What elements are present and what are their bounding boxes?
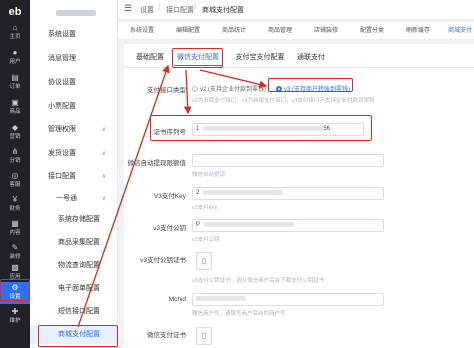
v3key-label: V3支付Key (153, 193, 186, 200)
tab-basic[interactable]: 基础配置 (130, 50, 170, 66)
chevron-down-icon: ∨ (101, 151, 106, 157)
menu-item-system[interactable]: 系统设置 (30, 26, 118, 44)
app-icon: ▩ (11, 263, 19, 272)
highlight-payment-menu (38, 325, 118, 347)
order-icon: ▤ (11, 73, 19, 82)
breadcrumb-settings[interactable]: 设置 (140, 5, 154, 15)
withdraw-input[interactable] (192, 154, 384, 167)
menu-collapse-icon[interactable]: ☰ (124, 3, 132, 14)
page-tab[interactable]: 商品管理 (268, 25, 292, 37)
page-tabs: 系统设置 编辑配置 商品统计 商品管理 店铺装修 配置分类 刷新缓存 商城支付 (118, 22, 474, 40)
page-tab-active[interactable]: 商城支付 (448, 25, 472, 37)
menu-item-sms[interactable]: 短信接口配置 (30, 303, 118, 321)
pubkey-input[interactable]: P (192, 219, 384, 232)
menu-item-yihaotong[interactable]: 一号通 ∨ (30, 190, 118, 208)
mchid-input[interactable] (192, 293, 384, 306)
highlight-cert-serial (150, 115, 372, 141)
brand-placeholder (56, 10, 96, 16)
menu-item-permission[interactable]: 管理权限 ∨ (30, 121, 118, 139)
pay-type-hint: v2为旧版支付接口，v3为新版支付接口，v3支付接口不支持企业付款到零钱 (192, 98, 375, 104)
menu-item-agreement[interactable]: 协议设置 (30, 74, 118, 92)
product-icon: ▣ (11, 98, 19, 107)
radio-v2[interactable]: v2 (支持企业付款到零钱) (192, 84, 266, 93)
mchid-hint: 微信商户号，请填写商户后台的商户号 (192, 311, 286, 317)
maintenance-icon: ✚ (11, 307, 19, 316)
highlight-settings (0, 279, 30, 301)
rail-item-finance[interactable]: ¥ 财务 (0, 194, 30, 216)
masked-value (204, 221, 295, 227)
highlight-wechat-tab (172, 48, 223, 68)
menu-item-message[interactable]: 消息管理 (30, 50, 118, 68)
page-tab[interactable]: 刷新缓存 (406, 25, 430, 37)
rail-item-distribution[interactable]: ⋔ 分销 (0, 146, 30, 168)
rail-item-home[interactable]: ⌂ 主页 (0, 22, 30, 44)
tab-alipay[interactable]: 支付宝支付配置 (230, 50, 290, 66)
rail-item-product[interactable]: ▣ 商品 (0, 97, 30, 119)
withdraw-label: 微信自动提现限额值 (127, 160, 187, 167)
rail-item-maintenance[interactable]: ✚ 维护 (0, 306, 30, 328)
menu-item-logistics[interactable]: 物流查询配置 (30, 257, 118, 275)
settings-menu: 系统设置 消息管理 协议设置 小票配置 管理权限 ∨ 发货设置 ∨ 接口配置 ∧ 一号… (30, 0, 118, 348)
top-bar: ☰ 设置 / 接口配置 / 商城支付配置 (118, 0, 474, 20)
rail-item-marketing[interactable]: ◆ 营销 (0, 122, 30, 144)
pubcert-upload[interactable]: ▯ (196, 252, 212, 270)
cert-label: 微信支付证书 (147, 332, 186, 339)
chevron-up-icon: ∧ (101, 174, 106, 180)
page-tab[interactable]: 编辑配置 (176, 25, 200, 37)
finance-icon: ¥ (12, 195, 18, 204)
tab-allinpay[interactable]: 通联支付 (294, 50, 328, 66)
breadcrumb-api[interactable]: 接口配置 (166, 5, 194, 15)
page-tab[interactable]: 店铺装修 (314, 25, 338, 37)
distribution-icon: ⋔ (11, 147, 19, 156)
breadcrumb-separator: / (158, 5, 160, 12)
menu-item-waybill[interactable]: 电子面单配置 (30, 280, 118, 298)
masked-value (203, 189, 284, 195)
menu-item-storage[interactable]: 系统存储配置 (30, 211, 118, 229)
masked-value (196, 295, 246, 301)
rail-item-content[interactable]: ▦ 内容 (0, 218, 30, 240)
service-icon: ◎ (11, 171, 19, 180)
v3key-hint: v3支付key (192, 205, 218, 211)
cert-upload[interactable]: ▯ (196, 327, 212, 345)
decorate-icon: ✎ (11, 243, 19, 252)
highlight-v3-radio (268, 78, 353, 92)
page-tab[interactable]: 配置分类 (360, 25, 384, 37)
pay-type-label: 支付接口类型 (147, 87, 186, 94)
app-logo: eb (8, 6, 22, 18)
breadcrumb-separator: / (194, 5, 196, 12)
chevron-down-icon: ∨ (101, 127, 106, 133)
menu-item-delivery[interactable]: 发货设置 ∨ (30, 145, 118, 163)
rail-item-order[interactable]: ▤ 订单 (0, 72, 30, 94)
menu-item-api[interactable]: 接口配置 ∧ (30, 168, 118, 186)
pubkey-hint: v3支付公钥 (192, 237, 220, 243)
mchid-label: Mchid (168, 296, 186, 303)
marketing-icon: ◆ (11, 123, 19, 132)
content-icon: ▦ (11, 219, 19, 228)
rail-item-user[interactable]: ● 用户 (0, 47, 30, 69)
v3key-input[interactable]: 2 (192, 187, 384, 200)
file-icon: ▯ (201, 256, 207, 265)
home-icon: ⌂ (12, 23, 18, 32)
pubcert-hint: v3支付公钥证书，请从微信商户后台下载支付公钥证书 (192, 278, 325, 284)
user-icon: ● (12, 48, 18, 57)
radio-dot (192, 86, 198, 93)
menu-item-collect[interactable]: 商品采集配置 (30, 234, 118, 252)
breadcrumb-current: 商城支付配置 (202, 7, 244, 14)
rail-item-service[interactable]: ◎ 客服 (0, 170, 30, 192)
file-icon: ▯ (201, 331, 207, 340)
rail-item-decorate[interactable]: ✎ 装修 (0, 242, 30, 264)
page-tab[interactable]: 商品统计 (222, 25, 246, 37)
page-tab[interactable]: 系统设置 (130, 25, 154, 37)
chevron-down-icon: ∨ (101, 196, 106, 202)
pubcert-label: v3支付公钥证书 (140, 257, 186, 264)
pubkey-label: v3支付公钥 (153, 225, 186, 232)
menu-item-receipt[interactable]: 小票配置 (30, 98, 118, 116)
withdraw-hint: 微信自动提现 (192, 172, 226, 178)
